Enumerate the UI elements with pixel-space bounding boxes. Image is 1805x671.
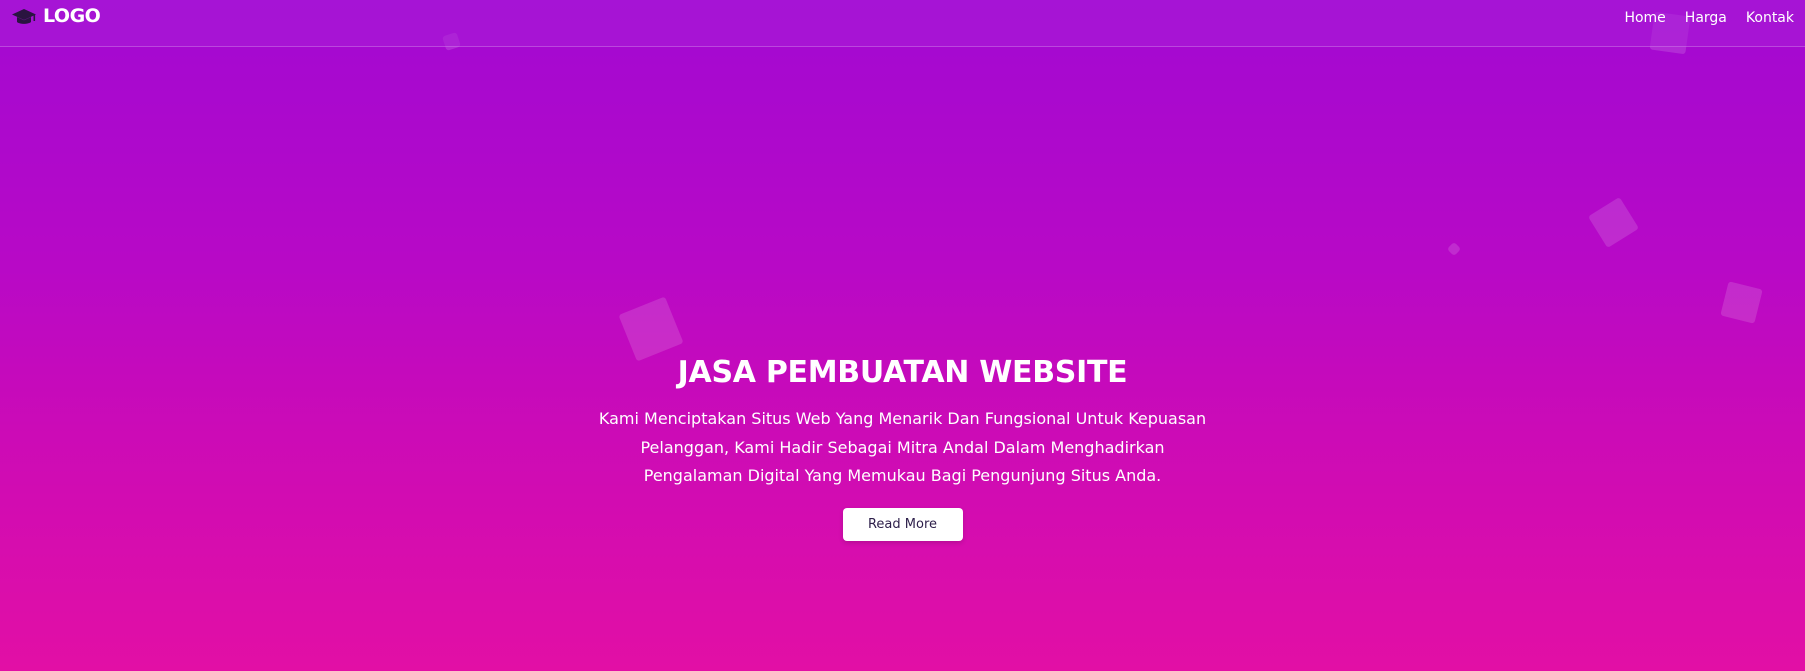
navbar: LOGO Home Harga Kontak bbox=[0, 0, 1805, 47]
graduation-cap-icon bbox=[11, 7, 37, 26]
decorative-square bbox=[1588, 197, 1639, 248]
logo-text: LOGO bbox=[43, 5, 101, 27]
decorative-square bbox=[1720, 281, 1763, 324]
hero-section: JASA PEMBUATAN WEBSITE Kami Menciptakan … bbox=[0, 351, 1805, 541]
hero-description: Kami Menciptakan Situs Web Yang Menarik … bbox=[598, 409, 1207, 485]
read-more-button[interactable]: Read More bbox=[842, 507, 963, 541]
nav-link-home[interactable]: Home bbox=[1624, 10, 1665, 26]
nav-link-harga[interactable]: Harga bbox=[1685, 10, 1727, 26]
hero-title: JASA PEMBUATAN WEBSITE bbox=[677, 355, 1128, 390]
nav-link-kontak[interactable]: Kontak bbox=[1746, 10, 1794, 26]
nav-menu: Home Harga Kontak bbox=[1624, 7, 1794, 26]
decorative-square bbox=[1446, 241, 1462, 257]
logo[interactable]: LOGO bbox=[11, 5, 101, 27]
